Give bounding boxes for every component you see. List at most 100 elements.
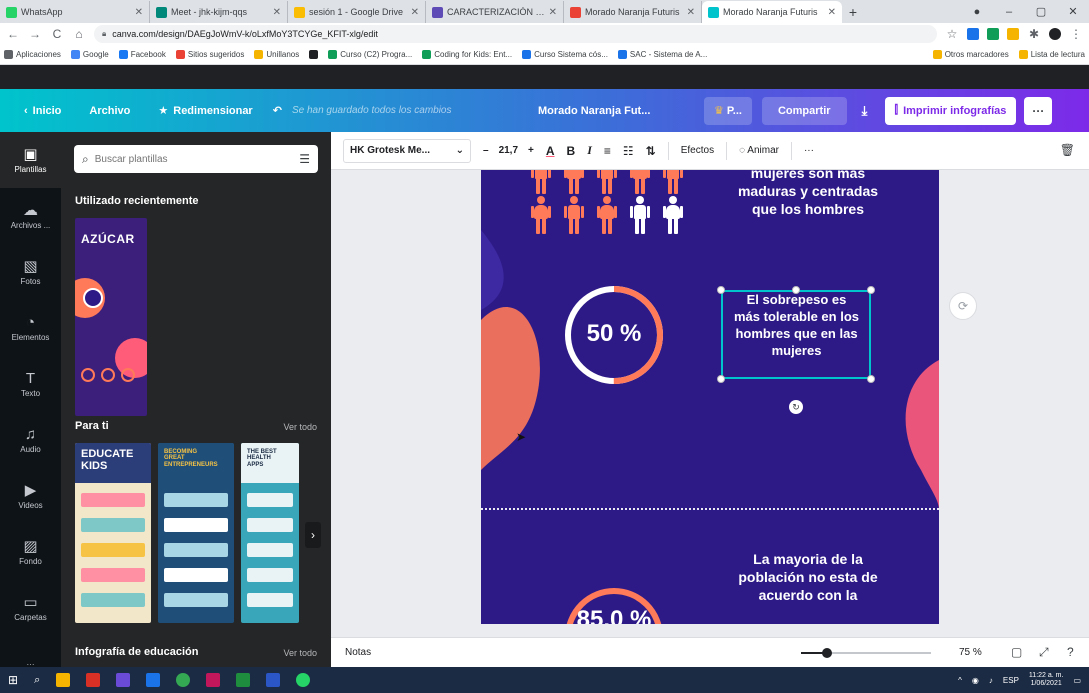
whatsapp-icon[interactable] — [296, 673, 311, 687]
rail-item-audio[interactable]: ♫ Audio — [0, 412, 61, 468]
resize-handle[interactable] — [867, 375, 875, 383]
more-options-button[interactable]: ··· — [1024, 96, 1053, 125]
language-indicator[interactable]: ESP — [1003, 676, 1019, 685]
notes-button[interactable]: Notas — [345, 647, 371, 658]
close-window-button[interactable]: ✕ — [1057, 5, 1089, 18]
bookmark-item[interactable]: Curso (C2) Progra... — [328, 50, 412, 59]
resize-button[interactable]: ★ Redimensionar — [144, 89, 266, 132]
bookmark-item[interactable]: Unillanos — [254, 50, 299, 59]
search-icon[interactable]: ⌕ — [34, 674, 40, 687]
help-icon[interactable]: ? — [1067, 645, 1074, 659]
minimize-button[interactable]: – — [993, 6, 1025, 18]
app-icon[interactable] — [206, 673, 221, 687]
recent-template-thumbnail[interactable]: AZÚCAR — [75, 218, 147, 416]
bookmark-item[interactable]: Aplicaciones — [4, 50, 61, 59]
pdf-app-icon[interactable] — [86, 673, 101, 687]
maximize-button[interactable]: ▢ — [1025, 5, 1057, 18]
trash-icon[interactable]: 🗑︎ — [1060, 143, 1075, 157]
search-input[interactable] — [94, 153, 294, 165]
extension-icon[interactable] — [1007, 28, 1019, 40]
close-tab-icon[interactable]: ✕ — [549, 7, 557, 18]
percent-label-1[interactable]: 50 % — [559, 318, 669, 349]
stat-text-top[interactable]: mujeres son más maduras y centradas que … — [713, 170, 903, 219]
browser-tab[interactable]: Meet - jhk-kijm-qqs ✕ — [150, 1, 288, 23]
rail-item-archivos[interactable]: ☁ Archivos ... — [0, 188, 61, 244]
template-thumbnail[interactable]: EDUCATE KIDS — [75, 443, 151, 623]
text-color-icon[interactable]: A — [546, 144, 555, 158]
close-tab-icon[interactable]: ✕ — [828, 7, 836, 18]
template-thumbnail[interactable]: BECOMING GREAT ENTREPRENEURS — [158, 443, 234, 623]
notifications-icon[interactable]: ▭ — [1073, 676, 1081, 685]
bookmark-star-icon[interactable]: ☆ — [945, 27, 959, 41]
decrease-size-button[interactable]: – — [483, 145, 489, 156]
increase-size-button[interactable]: + — [528, 145, 534, 156]
align-center-icon[interactable]: ≡ — [604, 144, 611, 158]
template-thumbnail[interactable]: THE BEST HEALTH APPS — [241, 443, 299, 623]
resize-handle[interactable] — [717, 286, 725, 294]
resize-handle[interactable] — [717, 375, 725, 383]
page-view-icon[interactable]: ▢ — [1011, 645, 1022, 659]
bookmark-folder[interactable]: Otros marcadores — [932, 50, 1009, 59]
list-icon[interactable]: ☷ — [623, 144, 634, 158]
zoom-slider-knob[interactable] — [822, 648, 832, 658]
bookmark-item[interactable]: Curso Sistema cós... — [522, 50, 608, 59]
rail-item-carpetas[interactable]: ▭ Carpetas — [0, 580, 61, 636]
more-toolbar-button[interactable]: ··· — [804, 145, 814, 156]
rotate-handle-icon[interactable]: ↻ — [789, 400, 803, 414]
zoom-value[interactable]: 75 % — [959, 647, 982, 658]
see-all-link[interactable]: Ver todo — [283, 422, 317, 432]
close-tab-icon[interactable]: ✕ — [135, 7, 143, 18]
extension-icon[interactable] — [987, 28, 999, 40]
rail-item-videos[interactable]: ▶ Videos — [0, 468, 61, 524]
extension-icon[interactable] — [967, 28, 979, 40]
percent-label-2[interactable]: 85,0 % — [559, 604, 669, 624]
design-page[interactable]: mujeres son más maduras y centradas que … — [481, 170, 939, 624]
bookmark-item[interactable] — [309, 50, 319, 59]
home-button[interactable]: ‹ Inicio — [10, 89, 75, 132]
template-search[interactable]: ⌕ ☰ — [74, 145, 318, 173]
close-tab-icon[interactable]: ✕ — [687, 7, 695, 18]
clock[interactable]: 11:22 a. m. 1/06/2021 — [1029, 672, 1064, 689]
italic-icon[interactable]: I — [587, 143, 592, 158]
download-button[interactable]: ⤓ — [851, 97, 879, 125]
resize-handle[interactable] — [867, 286, 875, 294]
browser-tab[interactable]: Morado Naranja Futuris ✕ — [702, 1, 842, 23]
bookmark-item[interactable]: Sitios sugeridos — [175, 50, 244, 59]
excel-icon[interactable] — [236, 673, 251, 687]
close-tab-icon[interactable]: ✕ — [273, 7, 281, 18]
rail-item-plantillas[interactable]: ▣ Plantillas — [0, 132, 61, 188]
file-explorer-icon[interactable] — [56, 673, 71, 687]
tray-arrow-icon[interactable]: ^ — [958, 676, 962, 685]
fullscreen-icon[interactable]: ⤢ — [1039, 645, 1049, 660]
file-menu-button[interactable]: Archivo — [75, 89, 144, 132]
bold-icon[interactable]: B — [567, 144, 576, 158]
browser-tab[interactable]: Morado Naranja Futuris ✕ — [564, 1, 702, 23]
windows-start-icon[interactable]: ⊞ — [8, 673, 18, 687]
bookmark-item[interactable]: Google — [70, 50, 109, 59]
app-icon[interactable] — [116, 673, 131, 687]
rail-item-elementos[interactable]: ◔ Elementos — [0, 300, 61, 356]
new-tab-button[interactable]: + — [842, 1, 864, 23]
bookmark-item[interactable]: Coding for Kids: Ent... — [422, 50, 512, 59]
browser-tab[interactable]: WhatsApp ✕ — [0, 1, 150, 23]
browser-tab[interactable]: CARACTERIZACIÓN USC ✕ — [426, 1, 564, 23]
url-field[interactable]: 🔒︎ canva.com/design/DAEgJoWmV-k/oLxfMoY3… — [94, 25, 937, 43]
document-title[interactable]: Morado Naranja Fut... — [538, 105, 698, 117]
close-tab-icon[interactable]: ✕ — [411, 7, 419, 18]
print-infographics-button[interactable]: ⫿ Imprimir infografías — [884, 96, 1017, 125]
resize-handle[interactable] — [792, 286, 800, 294]
bookmark-item[interactable]: SAC - Sistema de A... — [617, 50, 707, 59]
zoom-slider[interactable] — [801, 648, 931, 658]
chevron-right-icon[interactable]: › — [305, 522, 321, 548]
rail-item-fondo[interactable]: ▨ Fondo — [0, 524, 61, 580]
volume-icon[interactable]: ♪ — [989, 676, 993, 685]
word-icon[interactable] — [146, 673, 161, 687]
chrome-icon[interactable] — [176, 673, 191, 687]
filter-icon[interactable]: ☰ — [299, 152, 310, 166]
present-button[interactable]: ♛ P... — [703, 96, 752, 125]
share-button[interactable]: Compartir — [761, 96, 847, 125]
profile-icon[interactable]: ● — [961, 6, 993, 18]
undo-button[interactable]: ↶ — [267, 89, 288, 132]
animate-button[interactable]: ◌ Animar — [739, 145, 779, 156]
bookmark-item[interactable]: Facebook — [118, 50, 166, 59]
